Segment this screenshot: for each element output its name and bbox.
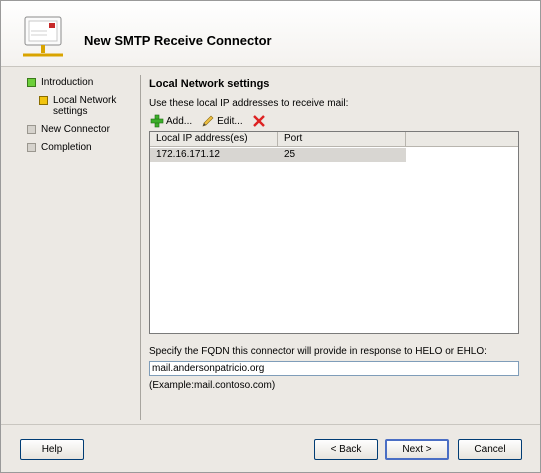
divider — [140, 75, 141, 420]
column-header-empty — [406, 132, 518, 146]
cell-port: 25 — [284, 149, 296, 160]
table-row[interactable]: 172.16.171.12 25 — [150, 148, 406, 162]
step-label: Introduction — [41, 77, 94, 88]
step-label: New Connector — [41, 124, 110, 135]
edit-label: Edit... — [217, 115, 243, 127]
add-label: Add... — [166, 115, 193, 127]
instruction-text: Use these local IP addresses to receive … — [149, 98, 349, 109]
connector-wizard-icon — [23, 16, 63, 57]
ip-address-grid[interactable]: Local IP address(es) Port 172.16.171.12 … — [149, 131, 519, 334]
fqdn-input[interactable] — [149, 361, 519, 376]
grid-header: Local IP address(es) Port — [150, 132, 518, 147]
step-pending-icon — [27, 125, 36, 134]
cell-ip: 172.16.171.12 — [156, 149, 220, 160]
green-plus-icon — [150, 114, 164, 128]
step-current-icon — [39, 96, 48, 105]
step-complete-icon — [27, 78, 36, 87]
step-local-network-settings: Local Network settings — [39, 95, 123, 117]
remove-button[interactable] — [252, 114, 268, 128]
column-header-port[interactable]: Port — [278, 132, 406, 146]
step-introduction: Introduction — [27, 77, 93, 88]
add-button[interactable]: Add... — [150, 114, 192, 128]
pencil-icon — [202, 115, 214, 127]
fqdn-example: (Example:mail.contoso.com) — [149, 380, 276, 391]
step-label: Local Network settings — [53, 95, 117, 117]
wizard-window: New SMTP Receive Connector Introduction … — [0, 0, 541, 473]
help-button[interactable]: Help — [20, 439, 84, 460]
ip-toolbar: Add... Edit... — [150, 112, 277, 130]
step-pending-icon — [27, 143, 36, 152]
next-button[interactable]: Next > — [385, 439, 449, 460]
step-label: Completion — [41, 142, 92, 153]
wizard-title: New SMTP Receive Connector — [84, 33, 272, 48]
red-x-icon — [252, 115, 265, 127]
step-new-connector: New Connector — [27, 124, 110, 135]
cancel-button[interactable]: Cancel — [458, 439, 522, 460]
column-header-ip[interactable]: Local IP address(es) — [150, 132, 278, 146]
wizard-header: New SMTP Receive Connector — [1, 1, 540, 67]
step-completion: Completion — [27, 142, 92, 153]
footer-divider — [1, 424, 540, 425]
edit-button[interactable]: Edit... — [201, 114, 243, 128]
section-title: Local Network settings — [149, 78, 270, 90]
back-button[interactable]: < Back — [314, 439, 378, 460]
fqdn-label: Specify the FQDN this connector will pro… — [149, 346, 487, 357]
